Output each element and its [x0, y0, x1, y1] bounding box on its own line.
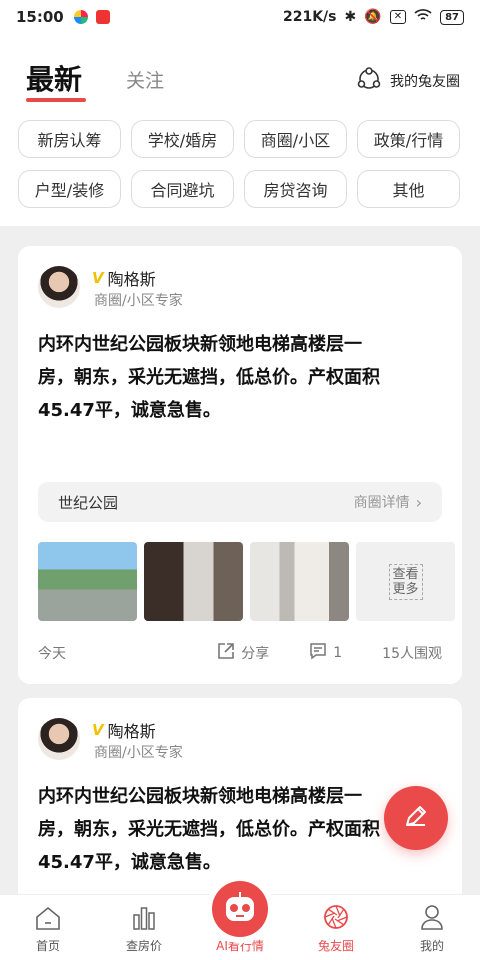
my-circle-link[interactable]: 我的兔友圈 [356, 66, 460, 96]
app-notification-icon [95, 10, 110, 24]
photo-gallery: 查看更多 [38, 542, 455, 621]
comment-count: 1 [333, 645, 343, 661]
person-icon [418, 903, 446, 934]
nav-home[interactable]: 首页 [0, 895, 96, 960]
ai-robot-icon [212, 881, 268, 937]
nav-me[interactable]: 我的 [384, 895, 480, 960]
network-speed: 221K/s [282, 9, 337, 25]
view-more-photos-button[interactable]: 查看更多 [356, 542, 455, 621]
district-link[interactable]: 世纪公园 商圈详情 › [38, 482, 442, 522]
tag-new-house[interactable]: 新房认筹 [18, 120, 121, 158]
app-notification-icon [73, 10, 88, 24]
aperture-icon [322, 903, 350, 934]
post-date: 今天 [38, 646, 66, 662]
author-role: 商圈/小区专家 [94, 745, 183, 761]
photo-thumbnail[interactable] [144, 542, 243, 621]
nav-ai-market[interactable]: AI看行情 [192, 881, 288, 960]
sim-icon: ✕ [389, 10, 407, 24]
author-name[interactable]: 陶格斯 [108, 718, 156, 742]
avatar[interactable] [38, 718, 80, 760]
nav-price[interactable]: 查房价 [96, 895, 192, 960]
tag-layout[interactable]: 户型/装修 [18, 170, 121, 208]
nav-circle-label: 兔友圈 [317, 939, 354, 953]
tab-latest-label: 最新 [26, 63, 83, 96]
nav-price-label: 查房价 [125, 939, 162, 953]
share-icon [217, 642, 235, 664]
share-label: 分享 [241, 646, 270, 662]
compose-post-button[interactable] [384, 786, 448, 850]
bottom-nav: 首页 查房价 AI看行情 兔友圈 我的 [0, 881, 480, 960]
tag-other[interactable]: 其他 [357, 170, 460, 208]
nav-me-label: 我的 [419, 939, 444, 953]
district-details-label: 商圈详情 [353, 495, 410, 511]
verified-badge: V [92, 269, 104, 287]
wifi-icon [414, 8, 432, 26]
comment-button[interactable]: 1 [309, 642, 342, 664]
pencil-icon [402, 802, 430, 834]
author-name[interactable]: 陶格斯 [108, 266, 156, 290]
active-tab-indicator [26, 98, 86, 102]
bar-chart-icon [130, 905, 158, 934]
battery-indicator: 87 [440, 9, 464, 25]
post-card[interactable]: V 陶格斯 商圈/小区专家 内环内世纪公园板块新领地电梯高楼层一 房，朝东，采光… [18, 246, 462, 684]
nav-circle[interactable]: 兔友圈 [288, 895, 384, 960]
bluetooth-icon: ✱ [344, 9, 357, 25]
home-icon [34, 905, 62, 934]
tag-school[interactable]: 学校/婚房 [131, 120, 234, 158]
district-name: 世纪公园 [58, 493, 119, 512]
comment-icon [309, 642, 327, 664]
view-more-label: 查看更多 [388, 563, 423, 600]
nav-ai-label: AI看行情 [216, 939, 264, 953]
tag-contract[interactable]: 合同避坑 [131, 170, 234, 208]
topic-tags: 新房认筹 学校/婚房 商圈/小区 政策/行情 户型/装修 合同避坑 房贷咨询 其… [18, 120, 462, 208]
view-count: 15人围观 [382, 646, 442, 662]
post-text[interactable]: 内环内世纪公园板块新领地电梯高楼层一 房，朝东，采光无遮挡，低总价。产权面积 4… [38, 328, 428, 427]
post-text[interactable]: 内环内世纪公园板块新领地电梯高楼层一 房，朝东，采光无遮挡，低总价。产权面积 4… [38, 780, 428, 879]
photo-thumbnail[interactable] [250, 542, 349, 621]
status-bar: 15:00 221K/s ✱ 🔕 ✕ 87 [0, 0, 480, 34]
verified-badge: V [92, 721, 104, 739]
post-footer: 今天 分享 1 15人围观 [38, 642, 442, 664]
feed-header: 最新 关注 我的兔友圈 新房认筹 学校/婚房 商圈/小区 政策/行情 户型/装修… [0, 34, 480, 226]
tab-latest[interactable]: 最新 [26, 58, 86, 102]
circle-people-icon [356, 66, 382, 96]
tag-policy[interactable]: 政策/行情 [357, 120, 460, 158]
tab-follow[interactable]: 关注 [126, 66, 164, 93]
nav-home-label: 首页 [35, 939, 60, 953]
mute-icon: 🔕 [364, 9, 382, 25]
status-time: 15:00 [16, 8, 64, 26]
avatar[interactable] [38, 266, 80, 308]
my-circle-label: 我的兔友圈 [390, 74, 460, 90]
tag-mortgage[interactable]: 房贷咨询 [244, 170, 347, 208]
share-button[interactable]: 分享 [217, 642, 269, 664]
chevron-right-icon: › [415, 492, 422, 512]
author-role: 商圈/小区专家 [94, 293, 183, 309]
tag-district[interactable]: 商圈/小区 [244, 120, 347, 158]
photo-thumbnail[interactable] [38, 542, 137, 621]
